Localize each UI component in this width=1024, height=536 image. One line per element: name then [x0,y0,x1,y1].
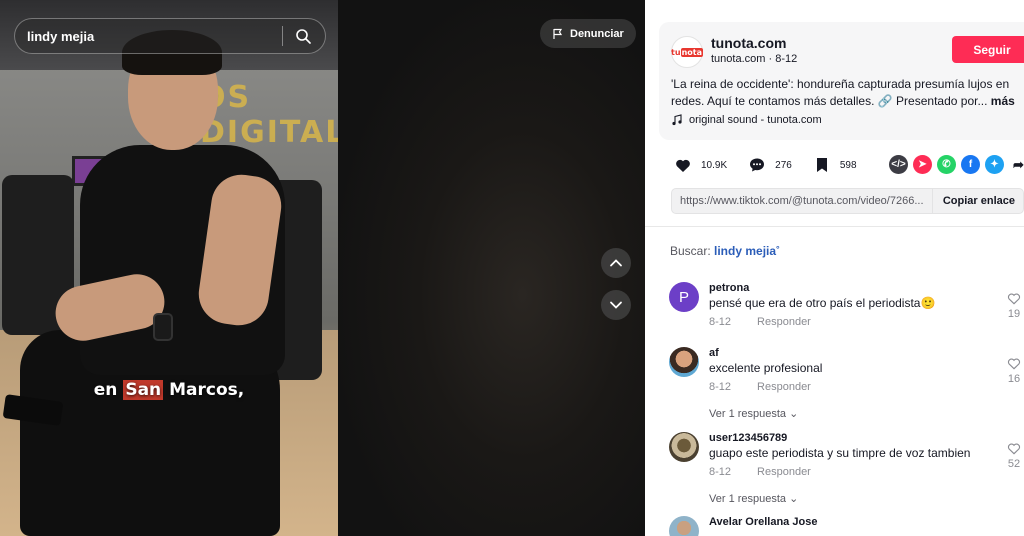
comment-like-button[interactable]: 16 [1004,357,1024,385]
caption-suffix: Marcos, [163,380,245,400]
copy-link-button[interactable]: Copiar enlace [931,189,1023,213]
heart-outline-icon [1007,358,1021,370]
caption-highlight: San [123,380,164,400]
search-icon [296,29,311,44]
chevron-down-icon: ⌄ [789,493,799,505]
comment-button[interactable]: 276 [747,155,792,175]
view-replies-button[interactable]: Ver 1 respuesta ⌄ [709,492,798,505]
bookmark-icon [812,155,832,175]
reply-button[interactable]: Responder [757,381,811,393]
search-input[interactable] [27,28,282,44]
reply-button[interactable]: Responder [757,316,811,328]
share-arrow-icon[interactable]: ➦ [1009,155,1024,174]
save-count: 598 [839,159,857,171]
heart-icon [673,155,693,175]
video-description: 'La reina de occidente': hondureña captu… [671,76,1024,110]
comment-icon [747,155,767,175]
comment-avatar[interactable]: P [669,282,699,312]
comment-date: 8-12 [709,466,732,478]
search-divider [282,26,283,46]
comment-avatar[interactable] [669,516,699,536]
section-divider [645,226,1024,227]
related-search-term[interactable]: lindy mejia [714,244,776,258]
chevron-up-icon [610,259,622,267]
send-icon[interactable]: ➤ [913,155,932,174]
related-search[interactable]: Buscar: lindy mejia° [670,244,780,258]
more-link[interactable]: más [991,94,1015,108]
comment-username[interactable]: petrona [709,282,749,294]
report-button[interactable]: Denunciar [540,19,636,48]
comment-avatar[interactable] [669,432,699,462]
flag-icon [553,28,563,39]
share-buttons: </> ➤ ✆ f ✦ ➦ [889,155,1024,174]
share-link-box[interactable]: https://www.tiktok.com/@tunota.com/video… [671,188,1024,214]
caption-prefix: en [93,380,124,400]
view-replies-button[interactable]: Ver 1 respuesta ⌄ [709,407,798,420]
video-search-bar[interactable] [14,18,326,54]
author-subtitle: tunota.com · 8-12 [711,53,798,65]
heart-outline-icon [1007,443,1021,455]
comment-meta: 8-12 Responder [709,316,811,328]
sound-label: original sound - tunota.com [689,114,822,126]
next-video-button[interactable] [601,290,631,320]
like-count: 10.9K [701,159,728,171]
search-small-icon: ° [776,244,780,254]
comment-like-count: 16 [1007,373,1021,385]
comment-username[interactable]: af [709,347,719,359]
view-replies-label: Ver 1 respuesta [709,493,787,505]
related-search-label: Buscar: [670,244,715,258]
music-note-icon [672,114,682,126]
comment-text: guapo este periodista y su timpre de voz… [709,446,971,460]
comment-count: 276 [775,159,792,171]
share-link[interactable]: https://www.tiktok.com/@tunota.com/video… [672,195,932,207]
heart-outline-icon [1007,293,1021,305]
video-caption: en San Marcos, [0,380,338,400]
video-watch [153,313,173,341]
video-blurred-background [338,0,645,536]
reply-button[interactable]: Responder [757,466,811,478]
sound-link[interactable]: original sound - tunota.com [671,114,822,126]
logo-text-a: tu [671,47,681,57]
save-button[interactable]: 598 [812,155,857,175]
author-avatar[interactable]: tu nota [671,36,703,68]
view-replies-label: Ver 1 respuesta [709,408,787,420]
comment-like-count: 52 [1007,458,1021,470]
follow-button[interactable]: Seguir [952,36,1024,63]
comment-text: pensé que era de otro país el periodista… [709,296,936,310]
comment-username[interactable]: Avelar Orellana Jose [709,516,817,528]
chevron-down-icon [610,301,622,309]
comment-date: 8-12 [709,381,732,393]
report-label: Denunciar [570,27,624,40]
comment-date: 8-12 [709,316,732,328]
comment-meta: 8-12 Responder [709,466,811,478]
video-player[interactable]: OSDIGITAL en San Marcos, Denunciar [0,0,645,536]
comment-like-count: 19 [1007,308,1021,320]
video-frame[interactable]: OS DIGITAL en San Marcos, [0,0,338,536]
chevron-down-icon: ⌄ [789,408,799,420]
comment-like-button[interactable]: 52 [1004,442,1024,470]
details-panel: tu nota tunota.com tunota.com · 8-12 Segu… [645,0,1024,536]
comment-like-button[interactable]: 19 [1004,292,1024,320]
comment-meta: 8-12 Responder [709,381,811,393]
comment-avatar[interactable] [669,347,699,377]
facebook-icon[interactable]: f [961,155,980,174]
comment-username[interactable]: user123456789 [709,432,787,444]
like-button[interactable]: 10.9K [673,155,727,175]
video-wall-sign: OS DIGITAL [200,80,338,150]
whatsapp-icon[interactable]: ✆ [937,155,956,174]
embed-icon[interactable]: </> [889,155,908,174]
author-name[interactable]: tunota.com [711,35,786,51]
logo-text-b: nota [680,47,703,57]
previous-video-button[interactable] [601,248,631,278]
search-button[interactable] [291,24,315,48]
comment-text: excelente profesional [709,361,823,375]
author-card: tu nota tunota.com tunota.com · 8-12 Segu… [659,22,1024,140]
description-text: 'La reina de occidente': hondureña captu… [671,77,1010,108]
twitter-icon[interactable]: ✦ [985,155,1004,174]
